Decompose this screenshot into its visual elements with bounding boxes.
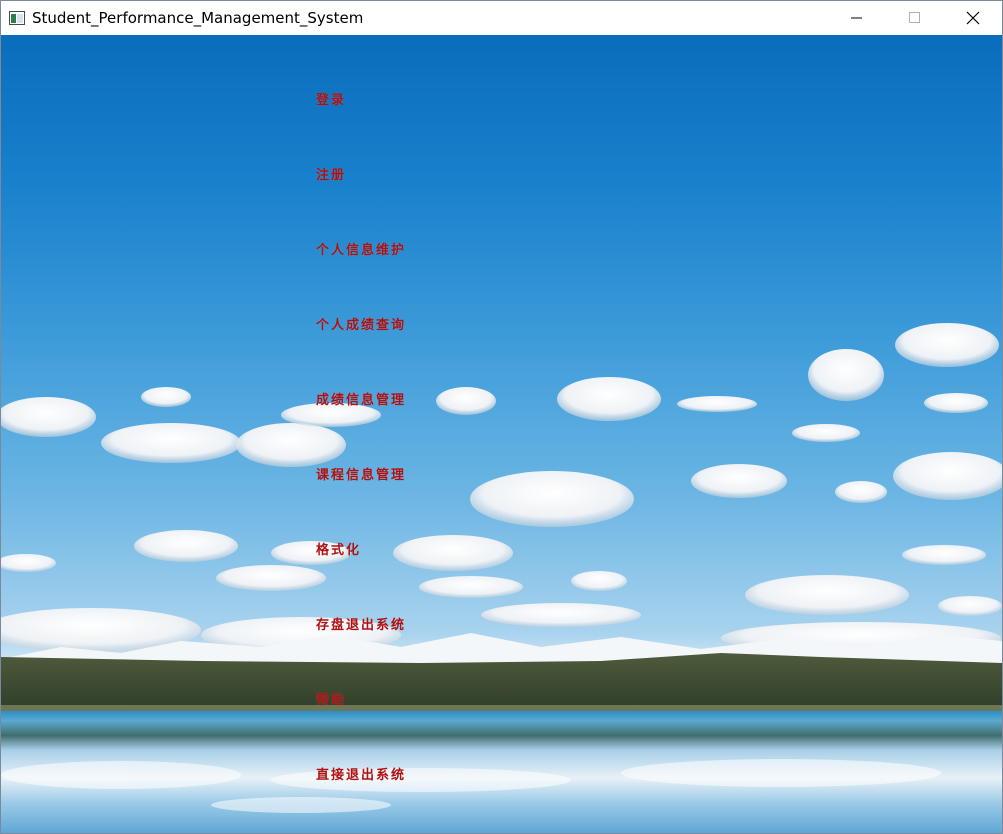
menu-item-grade-query[interactable]: 个人成绩查询 — [316, 314, 406, 333]
menu-item-login[interactable]: 登录 — [316, 89, 346, 108]
menu-item-personal-info[interactable]: 个人信息维护 — [316, 239, 406, 258]
menu-item-help[interactable]: 帮助 — [316, 689, 346, 708]
menu-item-register[interactable]: 注册 — [316, 164, 346, 183]
main-menu-panel: 登录 注册 个人信息维护 个人成绩查询 成绩信息管理 课程信息管理 格式化 存盘… — [1, 35, 1002, 833]
app-window: Student_Performance_Management_System 登录… — [0, 0, 1003, 834]
minimize-button[interactable] — [828, 1, 886, 35]
menu-item-format[interactable]: 格式化 — [316, 539, 361, 558]
menu-item-save-exit[interactable]: 存盘退出系统 — [316, 614, 406, 633]
caption-buttons — [828, 1, 1002, 35]
menu-item-course-management[interactable]: 课程信息管理 — [316, 464, 406, 483]
menu-item-grade-management[interactable]: 成绩信息管理 — [316, 389, 406, 408]
landscape-background-image — [1, 323, 1002, 833]
close-icon — [966, 11, 980, 25]
menu-item-exit[interactable]: 直接退出系统 — [316, 764, 406, 783]
close-button[interactable] — [944, 1, 1002, 35]
maximize-button[interactable] — [886, 1, 944, 35]
minimize-icon — [851, 17, 862, 19]
maximize-icon — [909, 12, 920, 23]
title-bar[interactable]: Student_Performance_Management_System — [1, 1, 1002, 35]
window-title: Student_Performance_Management_System — [32, 9, 364, 27]
app-window-icon — [9, 11, 25, 25]
